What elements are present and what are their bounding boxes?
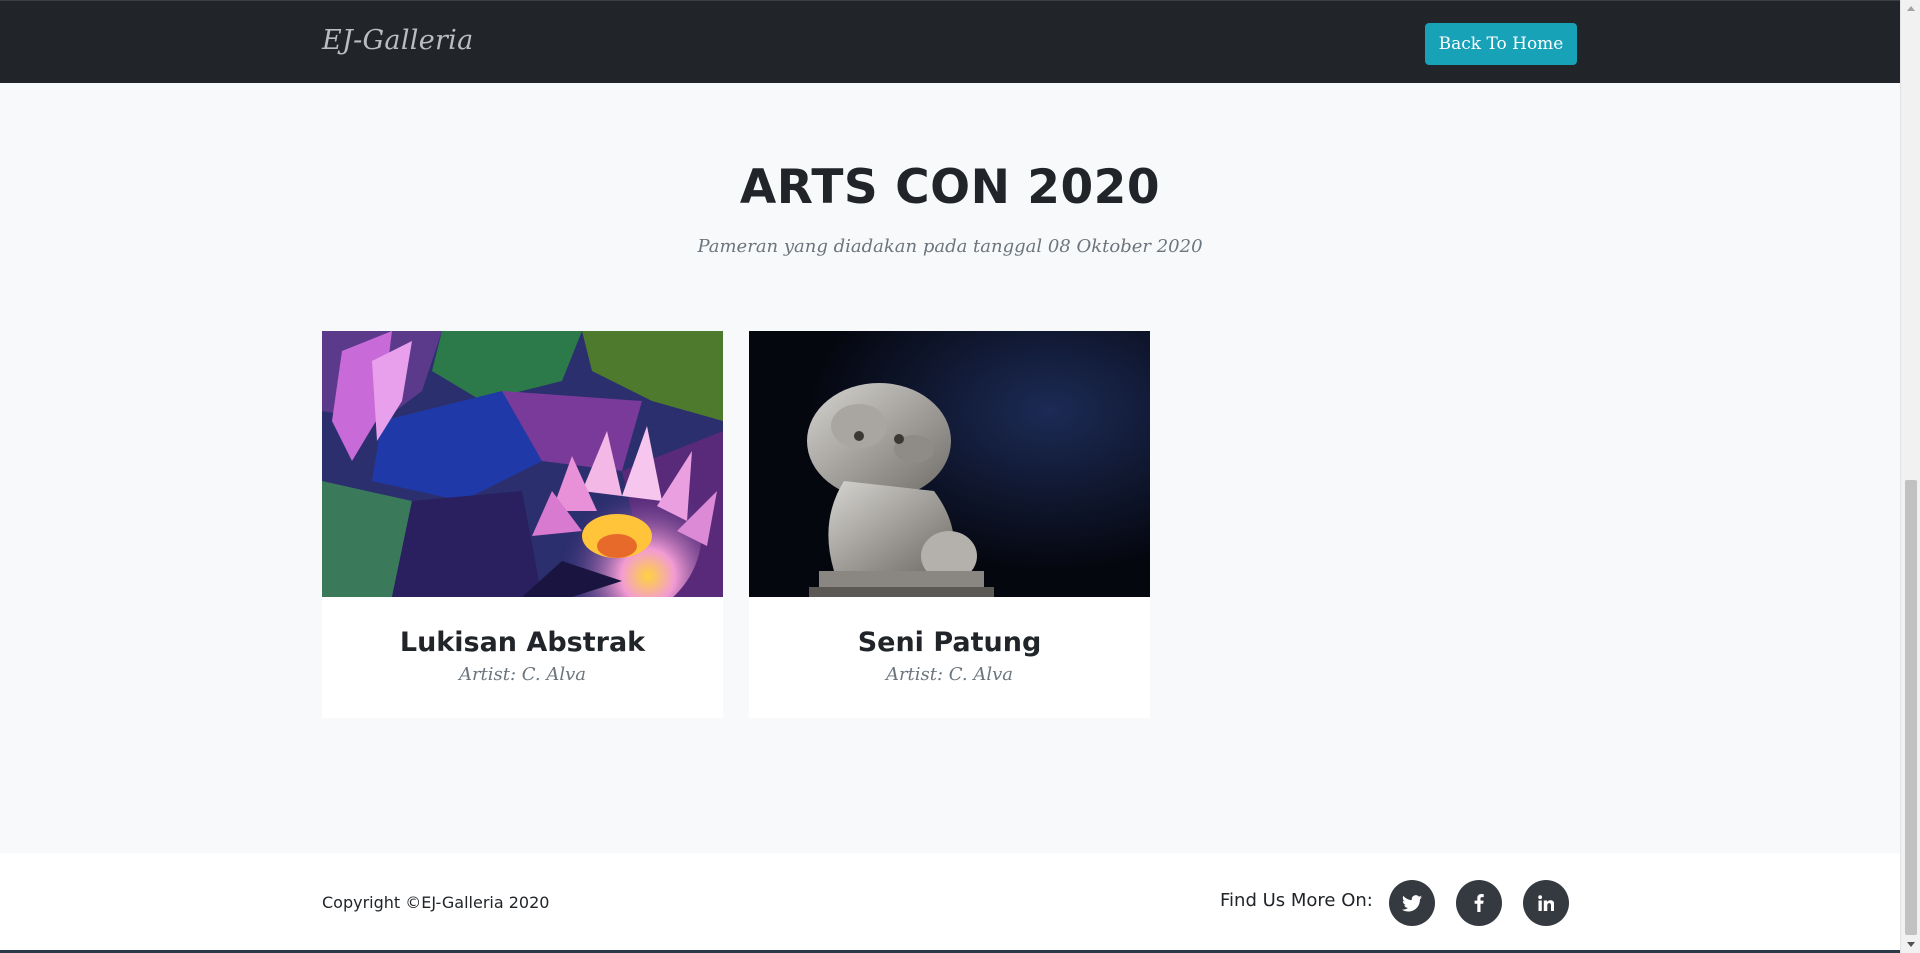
- copyright-text: Copyright ©EJ-Galleria 2020: [322, 893, 550, 912]
- vertical-scrollbar[interactable]: [1900, 0, 1920, 953]
- facebook-icon: [1474, 894, 1484, 912]
- artwork-card[interactable]: Lukisan Abstrak Artist: C. Alva: [322, 331, 723, 718]
- artwork-title: Seni Patung: [857, 627, 1042, 658]
- artwork-image-abstract-painting[interactable]: [322, 331, 723, 597]
- scrollbar-thumb[interactable]: [1905, 480, 1917, 935]
- linkedin-button[interactable]: [1523, 880, 1569, 926]
- artwork-image-lion-statue[interactable]: [749, 331, 1150, 597]
- back-to-home-button[interactable]: Back To Home: [1425, 23, 1577, 65]
- page-title: ARTS CON 2020: [739, 160, 1161, 215]
- brand-logo[interactable]: EJ-Galleria: [322, 25, 474, 56]
- find-us-label: Find Us More On:: [1220, 890, 1373, 911]
- navbar: EJ-Galleria Back To Home: [0, 0, 1900, 83]
- artwork-title: Lukisan Abstrak: [399, 627, 646, 658]
- artwork-card[interactable]: Seni Patung Artist: C. Alva: [749, 331, 1150, 718]
- page-subtitle: Pameran yang diadakan pada tanggal 08 Ok…: [697, 236, 1203, 257]
- artwork-artist: Artist: C. Alva: [458, 664, 587, 685]
- facebook-button[interactable]: [1456, 880, 1502, 926]
- footer: Copyright ©EJ-Galleria 2020 Find Us More…: [0, 853, 1900, 953]
- linkedin-icon: [1538, 895, 1554, 911]
- artwork-artist: Artist: C. Alva: [885, 664, 1014, 685]
- scroll-up-arrow-icon[interactable]: [1901, 0, 1920, 17]
- scroll-down-arrow-icon[interactable]: [1901, 936, 1920, 953]
- twitter-icon: [1402, 894, 1422, 911]
- twitter-button[interactable]: [1389, 880, 1435, 926]
